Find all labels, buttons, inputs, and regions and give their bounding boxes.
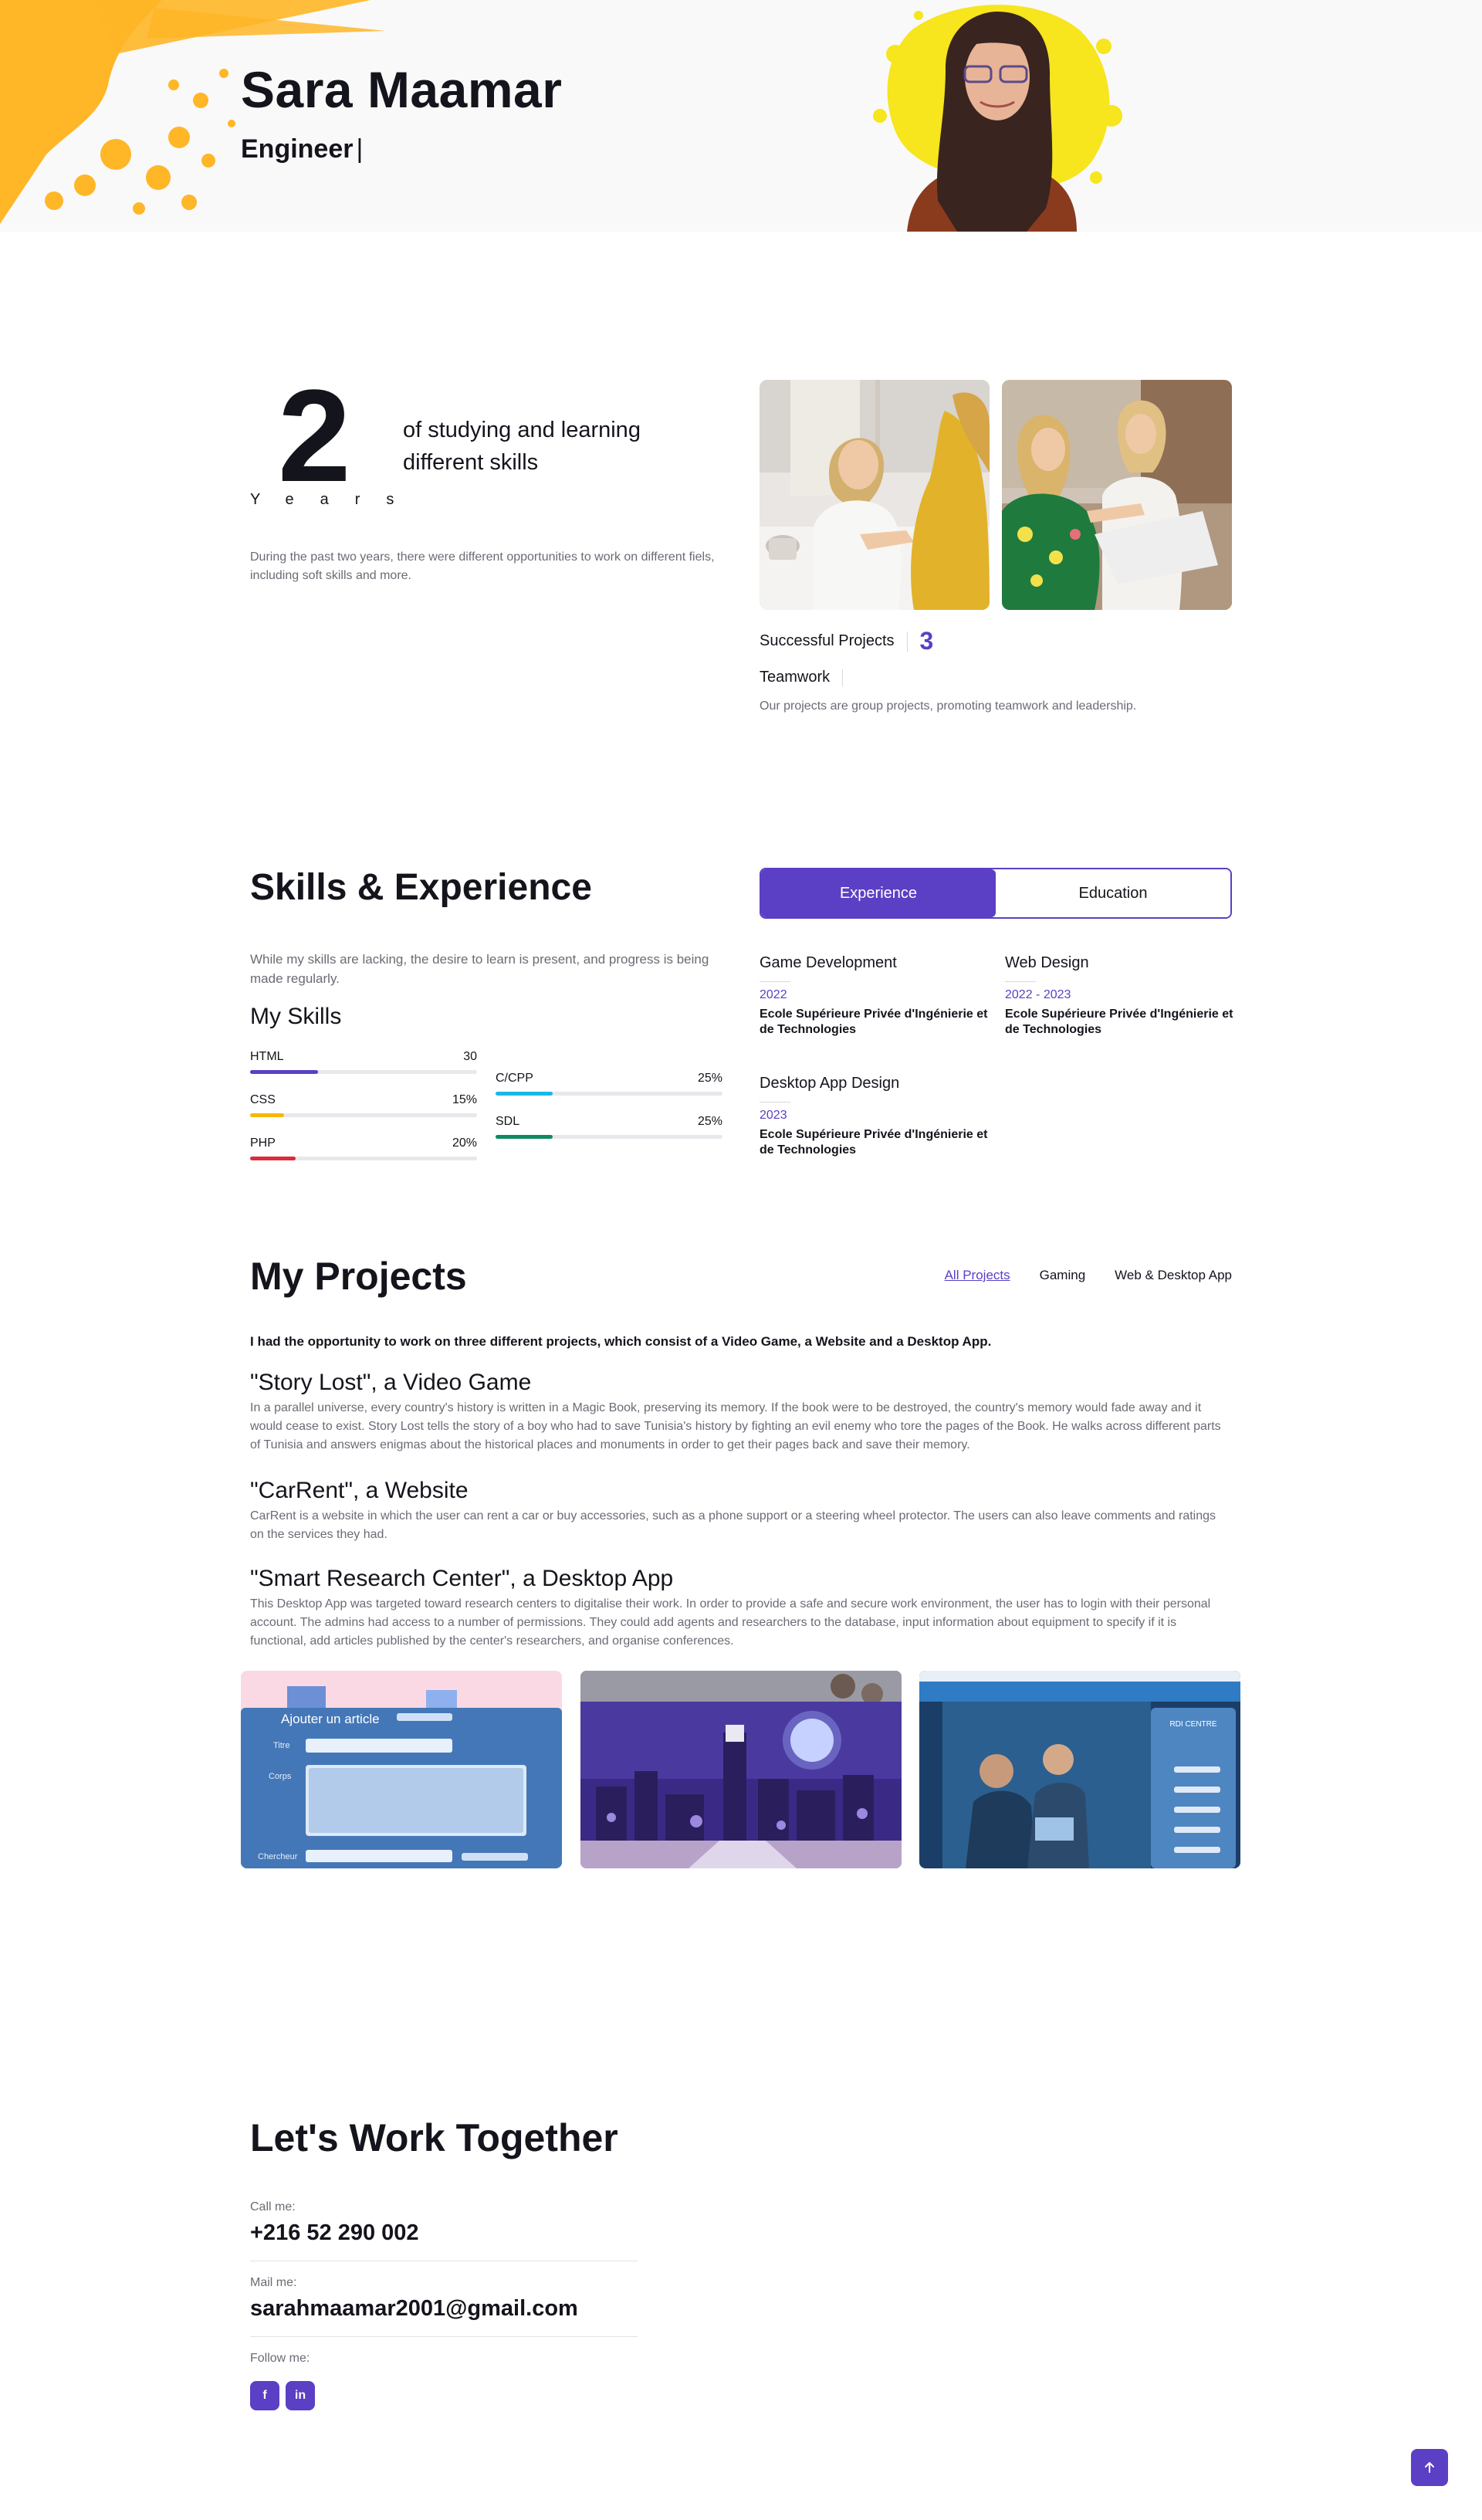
projects-title: My Projects [250, 1255, 467, 1298]
profile-portrait-image [873, 5, 1122, 232]
divider [906, 631, 908, 652]
skill-percent: 15% [452, 1093, 477, 1106]
form-label-body: Corps [269, 1772, 292, 1781]
video-game-screenshot[interactable] [580, 1671, 902, 1868]
form-label-author: Chercheur [258, 1852, 298, 1861]
hero-name: Sara Maamar [241, 61, 563, 118]
handshake-meeting-image [760, 380, 990, 610]
email-address[interactable]: sarahmaamar2001@gmail.com [250, 2296, 578, 2322]
skill-track [496, 1092, 722, 1096]
skill-track [250, 1157, 477, 1160]
project-title: "Smart Research Center", a Desktop App [250, 1566, 674, 1591]
experience-title: Game Development [760, 954, 897, 971]
panel-label: RDI CENTRE [1169, 1720, 1216, 1729]
experience-school: Ecole Supérieure Privée d'Ingénierie et … [1005, 1008, 1233, 1036]
experience-year: 2022 [760, 988, 787, 1001]
hero-role: Engineer | [241, 134, 363, 164]
skill-name: HTML [250, 1050, 284, 1063]
skills-paragraph: While my skills are lacking, the desire … [250, 952, 709, 986]
typing-cursor: | [356, 134, 364, 164]
project-title: "Story Lost", a Video Game [250, 1370, 532, 1395]
skill-name: PHP [250, 1136, 276, 1150]
years-description: of studying and learning different skill… [403, 418, 641, 475]
divider [760, 981, 790, 982]
colleagues-laptop-image [1002, 380, 1232, 610]
filter-all-projects[interactable]: All Projects [945, 1268, 1010, 1283]
experience-year: 2022 - 2023 [1005, 988, 1071, 1001]
skill-sdl: SDL 25% [496, 1115, 722, 1139]
project-story-lost: "Story Lost", a Video Game In a parallel… [250, 1370, 1232, 1455]
projects-intro: I had the opportunity to work on three d… [250, 1334, 992, 1349]
project-description: In a parallel universe, every country's … [250, 1401, 1221, 1451]
teamwork-stat: Teamwork [760, 669, 855, 686]
project-description: CarRent is a website in which the user c… [250, 1509, 1216, 1541]
successful-projects-stat: Successful Projects 3 [760, 627, 933, 655]
project-title: "CarRent", a Website [250, 1478, 469, 1503]
facebook-icon[interactable]: f [250, 2381, 279, 2410]
project-filters: All Projects Gaming Web & Desktop App [945, 1268, 1232, 1283]
hero-section: Sara Maamar Engineer | [0, 0, 1482, 232]
filter-gaming[interactable]: Gaming [1040, 1268, 1086, 1283]
tab-experience[interactable]: Experience [761, 869, 996, 917]
project-carrent: "CarRent", a Website CarRent is a websit… [250, 1478, 1232, 1544]
project-description: This Desktop App was targeted toward res… [250, 1597, 1211, 1648]
experience-item-web-design: Web Design 2022 - 2023 Ecole Supérieure … [1005, 954, 1237, 1038]
form-label-title: Titre [273, 1741, 290, 1750]
teamwork-label: Teamwork [760, 669, 831, 686]
years-number: 2 [278, 363, 351, 510]
tab-education[interactable]: Education [996, 869, 1230, 917]
skill-html: HTML 30 [250, 1050, 477, 1074]
about-paragraph: During the past two years, there were di… [250, 550, 715, 582]
skill-name: C/CPP [496, 1072, 533, 1085]
skill-progress-bar [496, 1092, 553, 1096]
experience-title: Desktop App Design [760, 1075, 900, 1092]
my-skills-title: My Skills [250, 1004, 342, 1029]
skill-name: SDL [496, 1115, 520, 1128]
skill-name: CSS [250, 1093, 276, 1106]
hero-role-text: Engineer [241, 134, 354, 164]
divider [250, 2336, 638, 2337]
research-center-screenshot[interactable]: RDI CENTRE [919, 1671, 1240, 1868]
phone-number[interactable]: +216 52 290 002 [250, 2220, 419, 2246]
experience-education-tabs: Experience Education [760, 868, 1232, 919]
experience-title: Web Design [1005, 954, 1089, 971]
call-label: Call me: [250, 2200, 296, 2213]
linkedin-icon[interactable]: in [286, 2381, 315, 2410]
project-smart-research-center: "Smart Research Center", a Desktop App T… [250, 1566, 1232, 1651]
skill-percent: 25% [697, 1072, 722, 1085]
divider [1005, 981, 1036, 982]
skill-percent: 25% [697, 1115, 722, 1128]
back-to-top-button[interactable] [1411, 2449, 1448, 2486]
skill-percent: 20% [452, 1136, 477, 1150]
experience-year: 2023 [760, 1109, 787, 1122]
divider [842, 669, 844, 686]
teamwork-paragraph: Our projects are group projects, promoti… [760, 699, 1137, 713]
form-heading: Ajouter un article [281, 1712, 380, 1726]
successful-projects-count: 3 [919, 627, 934, 655]
contact-title: Let's Work Together [250, 2116, 618, 2159]
experience-item-desktop-app-design: Desktop App Design 2023 Ecole Supérieure… [760, 1075, 991, 1158]
follow-label: Follow me: [250, 2352, 310, 2365]
arrow-up-icon [1425, 2462, 1434, 2473]
skill-progress-bar [250, 1070, 319, 1074]
experience-item-game-development: Game Development 2022 Ecole Supérieure P… [760, 954, 991, 1038]
skill-php: PHP 20% [250, 1136, 477, 1160]
successful-projects-label: Successful Projects [760, 632, 895, 649]
skill-cpp: C/CPP 25% [496, 1072, 722, 1096]
experience-school: Ecole Supérieure Privée d'Ingénierie et … [760, 1008, 988, 1036]
skill-css: CSS 15% [250, 1093, 477, 1117]
filter-web-desktop-app[interactable]: Web & Desktop App [1115, 1268, 1232, 1283]
skill-track [250, 1070, 477, 1074]
mail-label: Mail me: [250, 2276, 297, 2289]
skill-track [496, 1135, 722, 1139]
skill-progress-bar [496, 1135, 553, 1139]
desktop-app-form-screenshot[interactable]: Ajouter un article Titre Corps Chercheur [241, 1671, 562, 1868]
skill-progress-bar [250, 1157, 296, 1160]
skill-track [250, 1113, 477, 1117]
skill-progress-bar [250, 1113, 285, 1117]
experience-school: Ecole Supérieure Privée d'Ingénierie et … [760, 1128, 988, 1157]
years-word: Years [250, 491, 421, 508]
skills-title: Skills & Experience [250, 867, 592, 908]
skill-percent: 30 [463, 1050, 477, 1063]
